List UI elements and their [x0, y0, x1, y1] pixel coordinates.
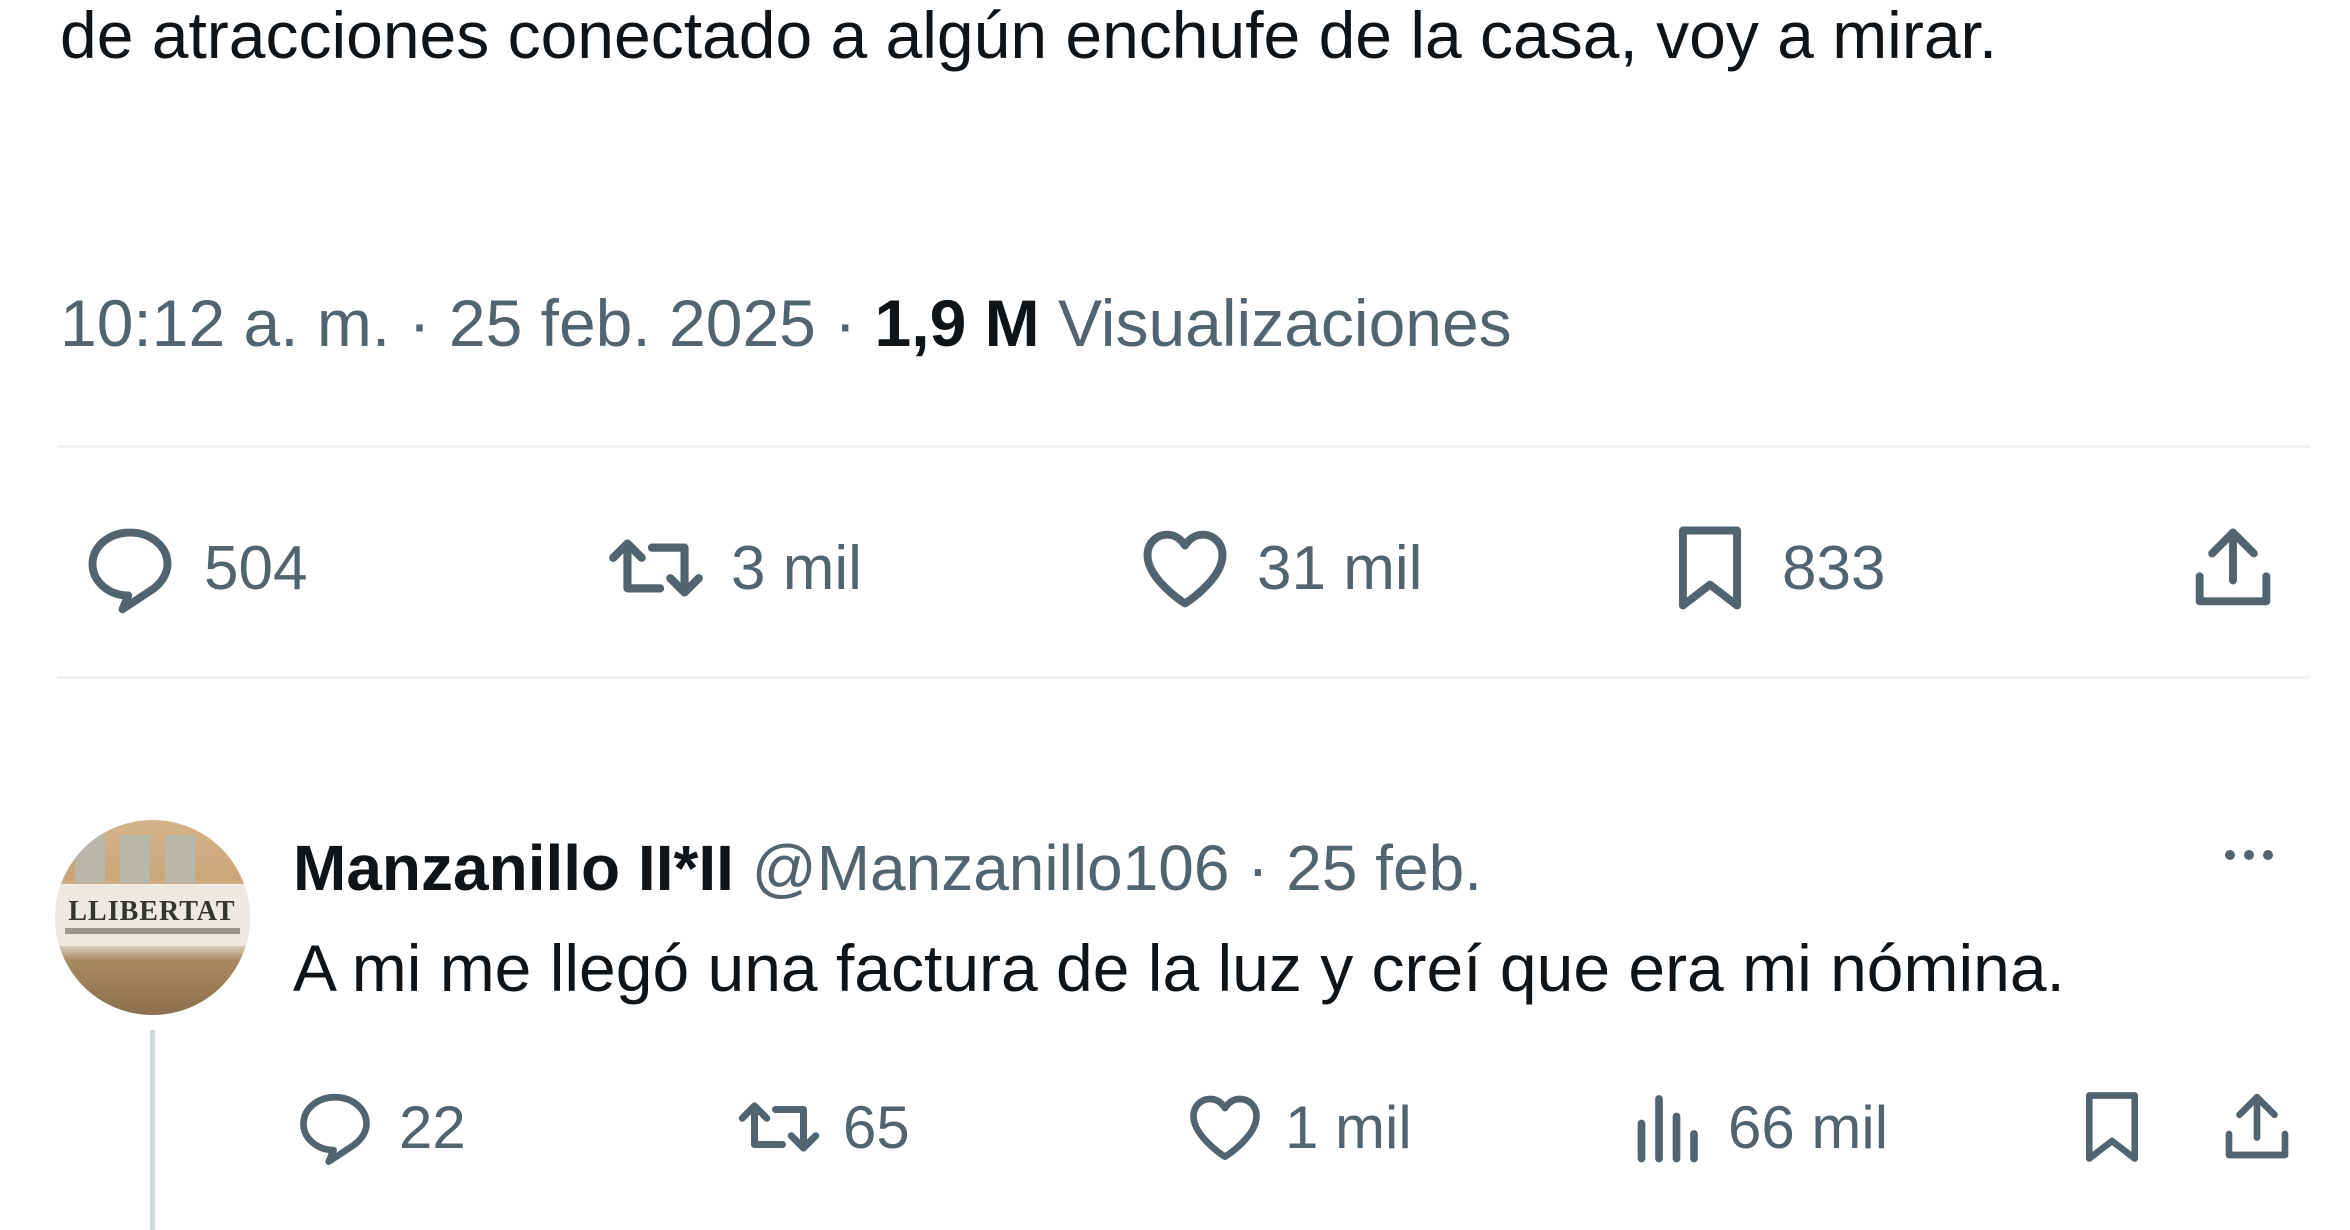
views-count: 1,9 M: [874, 286, 1040, 360]
divider: [57, 445, 2310, 448]
reply-button[interactable]: 504: [80, 518, 307, 618]
reply-reply-button[interactable]: 22: [293, 1085, 466, 1169]
bookmark-button[interactable]: 833: [1660, 518, 1885, 618]
tweet-meta: 10:12 a. m. · 25 feb. 2025 · 1,9 M Visua…: [60, 283, 1512, 363]
meta-separator: ·: [1247, 832, 1269, 904]
reply-bookmark-button[interactable]: [2070, 1085, 2154, 1169]
bookmark-count: 833: [1782, 533, 1886, 603]
reply-like-button[interactable]: 1 mil: [1183, 1085, 1412, 1169]
avatar-image: LLIBERTAT: [55, 835, 250, 946]
repost-icon: [609, 539, 703, 597]
repost-icon: [738, 1102, 820, 1152]
like-button[interactable]: 31 mil: [1135, 518, 1422, 618]
meta-separator: ·: [408, 286, 431, 360]
analytics-icon: [1637, 1095, 1698, 1163]
like-count: 31 mil: [1257, 533, 1423, 603]
heart-icon: [1190, 1095, 1260, 1161]
tweet-date[interactable]: 25 feb. 2025: [449, 286, 816, 360]
meta-separator: ·: [834, 286, 857, 360]
bookmark-icon: [1678, 526, 1742, 610]
repost-button[interactable]: 3 mil: [603, 518, 862, 618]
tweet-time[interactable]: 10:12 a. m.: [60, 286, 390, 360]
views-count: 66 mil: [1728, 1093, 1889, 1161]
heart-icon: [1143, 530, 1227, 608]
reply-date[interactable]: 25 feb.: [1286, 832, 1482, 904]
user-handle[interactable]: @Manzanillo106: [752, 832, 1230, 904]
like-count: 1 mil: [1285, 1093, 1412, 1161]
reply-views-button[interactable]: 66 mil: [1630, 1085, 1888, 1169]
tweet-text: de atracciones conectado a algún enchufe…: [60, 0, 1998, 72]
divider: [57, 676, 2310, 679]
reply-count: 504: [204, 533, 308, 603]
avatar[interactable]: LLIBERTAT: [55, 820, 250, 1015]
reply-header: Manzanillo II*II @Manzanillo106 · 25 feb…: [293, 828, 1482, 908]
display-name[interactable]: Manzanillo II*II: [293, 832, 734, 904]
reply-count: 22: [399, 1093, 466, 1161]
bookmark-icon: [2085, 1092, 2139, 1162]
reply-share-button[interactable]: [2215, 1085, 2299, 1169]
thread-line: [150, 1030, 155, 1230]
banner-text: LLIBERTAT: [68, 896, 235, 927]
comment-icon: [300, 1093, 370, 1165]
repost-count: 65: [843, 1093, 910, 1161]
repost-count: 3 mil: [731, 533, 862, 603]
share-icon: [2195, 528, 2271, 606]
views-label: Visualizaciones: [1057, 286, 1512, 360]
share-icon: [2225, 1093, 2289, 1159]
reply-repost-button[interactable]: 65: [733, 1085, 910, 1169]
share-button[interactable]: [2183, 518, 2283, 618]
comment-icon: [88, 528, 172, 614]
more-options-icon[interactable]: [2225, 850, 2273, 860]
reply-text: A mi me llegó una factura de la luz y cr…: [293, 931, 2065, 1005]
